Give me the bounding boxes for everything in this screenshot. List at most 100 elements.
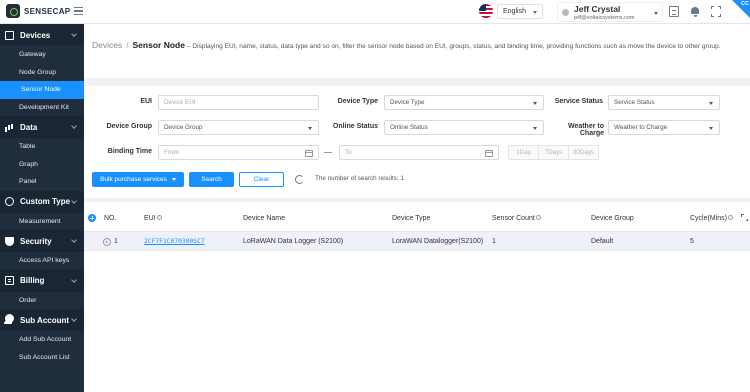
eui-placeholder: Device EUI — [164, 99, 196, 106]
col-eui[interactable]: EUI — [144, 215, 162, 222]
main-content: Devices / Sensor Node – Displaying EUI, … — [84, 24, 750, 392]
sidebar-item-sensor-node[interactable]: Sensor Node — [0, 81, 84, 99]
filter-panel: EUI Device EUI Device Type Device Type S… — [84, 86, 750, 198]
col-device-group: Device Group — [591, 215, 634, 222]
expand-row-icon[interactable] — [103, 238, 111, 246]
sidebar-item-node-group[interactable]: Node Group — [0, 64, 84, 82]
col-sensor-count[interactable]: Sensor Count — [492, 215, 541, 222]
device-type-value: Device Type — [390, 99, 425, 106]
chevron-down-icon — [71, 276, 77, 283]
chevron-down-icon — [654, 12, 658, 15]
bell-icon[interactable] — [690, 6, 700, 17]
bulk-purchase-label: Bulk purchase services — [100, 176, 167, 183]
sidebar-item-measurement[interactable]: Measurement — [0, 213, 84, 231]
to-placeholder: To — [345, 149, 352, 156]
quick-range-7days[interactable]: 7Days — [539, 146, 569, 159]
col-no: NO. — [104, 215, 117, 222]
sidebar-group-security[interactable]: Security — [0, 230, 84, 252]
search-button[interactable]: Search — [189, 172, 234, 187]
brand-name: SENSECAP — [24, 6, 71, 16]
sidebar-item-graph[interactable]: Graph — [0, 156, 84, 174]
sidebar-group-devices[interactable]: Devices — [0, 24, 84, 46]
table-header: NO. EUI Device Name Device Type Sensor C… — [84, 209, 750, 228]
weather-to-charge-select[interactable]: Weather to Charge — [608, 120, 720, 135]
col-eui-label: EUI — [144, 215, 156, 222]
service-status-value: Service Status — [614, 99, 655, 106]
page-title: Sensor Node — [132, 40, 185, 50]
column-expand-icon[interactable] — [741, 214, 748, 221]
sidebar-item-add-sub-account[interactable]: Add Sub Account — [0, 331, 84, 349]
sidebar-item-access-api-keys[interactable]: Access API keys — [0, 252, 84, 270]
device-group-label: Device Group — [106, 123, 152, 130]
chevron-down-icon — [71, 237, 77, 243]
chevron-down-icon — [533, 11, 537, 14]
sidebar-item-sub-account-list[interactable]: Sub Account List — [0, 349, 84, 367]
us-flag-icon — [479, 4, 493, 18]
shield-icon — [5, 236, 14, 246]
user-menu[interactable]: Jeff Crystal jeff@voltaicsystems.com — [557, 2, 663, 22]
eui-input[interactable]: Device EUI — [158, 95, 319, 110]
sidebar-group-data[interactable]: Data — [0, 116, 84, 138]
quick-range-30days[interactable]: 30Days — [569, 146, 598, 159]
menu-toggle-icon[interactable] — [74, 7, 83, 15]
cell-device-name: LoRaWAN Data Logger (S2100) — [243, 238, 344, 245]
sidebar-item-order[interactable]: Order — [0, 292, 84, 310]
table-row[interactable]: 1 2CF7F1C070300SC7 LoRaWAN Data Logger (… — [84, 231, 750, 251]
online-status-select[interactable]: Online Status — [384, 120, 544, 135]
cell-eui-link[interactable]: 2CF7F1C070300SC7 — [144, 238, 205, 245]
device-group-value: Device Group — [164, 124, 203, 131]
sidebar-group-billing[interactable]: Billing — [0, 269, 84, 292]
service-status-select[interactable]: Service Status — [608, 95, 720, 110]
bulk-purchase-button[interactable]: Bulk purchase services — [92, 172, 184, 187]
from-date-input[interactable]: From — [158, 145, 319, 160]
device-type-select[interactable]: Device Type — [384, 95, 544, 110]
weather-to-charge-label: Weather to Charge — [567, 123, 604, 137]
col-cycle[interactable]: Cycle(Mins) — [690, 215, 733, 222]
brand-logo[interactable]: SENSECAP — [6, 4, 70, 18]
sidebar-item-development-kit[interactable]: Development Kit — [0, 99, 84, 117]
eui-label: EUI — [140, 98, 152, 105]
sidebar-group-label: Billing — [20, 276, 45, 285]
sidebar-item-gateway[interactable]: Gateway — [0, 46, 84, 64]
col-cycle-label: Cycle(Mins) — [690, 215, 727, 222]
service-status-label: Service Status — [554, 98, 603, 105]
sidebar: Devices Gateway Node Group Sensor Node D… — [0, 24, 84, 392]
chevron-down-icon — [71, 197, 77, 204]
corner-badge-text: CC — [741, 1, 749, 7]
billing-icon — [5, 276, 14, 285]
chevron-down-icon — [709, 127, 713, 130]
sidebar-group-label: Security — [20, 236, 52, 246]
sidebar-group-sub-account[interactable]: Sub Account — [0, 309, 84, 331]
clear-button[interactable]: Clear — [239, 172, 284, 187]
device-type-label: Device Type — [337, 98, 378, 105]
page-description: – Displaying EUI, name, status, data typ… — [186, 43, 721, 50]
chevron-down-icon — [171, 178, 176, 181]
cell-device-type: LoraWAN Datalogger(S2100) — [392, 238, 484, 245]
info-icon — [156, 215, 162, 220]
info-icon — [727, 215, 733, 220]
add-icon[interactable] — [88, 214, 96, 222]
fullscreen-icon[interactable] — [711, 6, 721, 17]
sidebar-item-table[interactable]: Table — [0, 138, 84, 156]
user-name: Jeff Crystal — [574, 4, 621, 14]
user-email: jeff@voltaicsystems.com — [574, 15, 635, 21]
custom-type-icon — [5, 197, 14, 206]
document-icon[interactable] — [669, 6, 679, 17]
breadcrumb-devices[interactable]: Devices — [92, 40, 122, 50]
language-select[interactable]: English — [497, 4, 543, 19]
col-device-type: Device Type — [392, 215, 431, 222]
binding-time-label: Binding Time — [107, 148, 152, 155]
chevron-down-icon — [71, 31, 77, 37]
online-status-label: Online Status — [332, 123, 378, 130]
sidebar-group-label: Devices — [20, 30, 51, 40]
sidebar-group-custom-type[interactable]: Custom Type — [0, 190, 84, 213]
sidebar-item-panel[interactable]: Panel — [0, 173, 84, 191]
to-date-input[interactable]: To — [339, 145, 499, 160]
device-group-select[interactable]: Device Group — [158, 120, 319, 135]
refresh-icon[interactable] — [295, 175, 304, 184]
chevron-down-icon — [71, 316, 77, 322]
from-placeholder: From — [164, 149, 179, 156]
quick-range-group: 1Day 7Days 30Days — [508, 145, 599, 160]
quick-range-1day[interactable]: 1Day — [509, 146, 539, 159]
bar-chart-icon — [5, 123, 14, 132]
